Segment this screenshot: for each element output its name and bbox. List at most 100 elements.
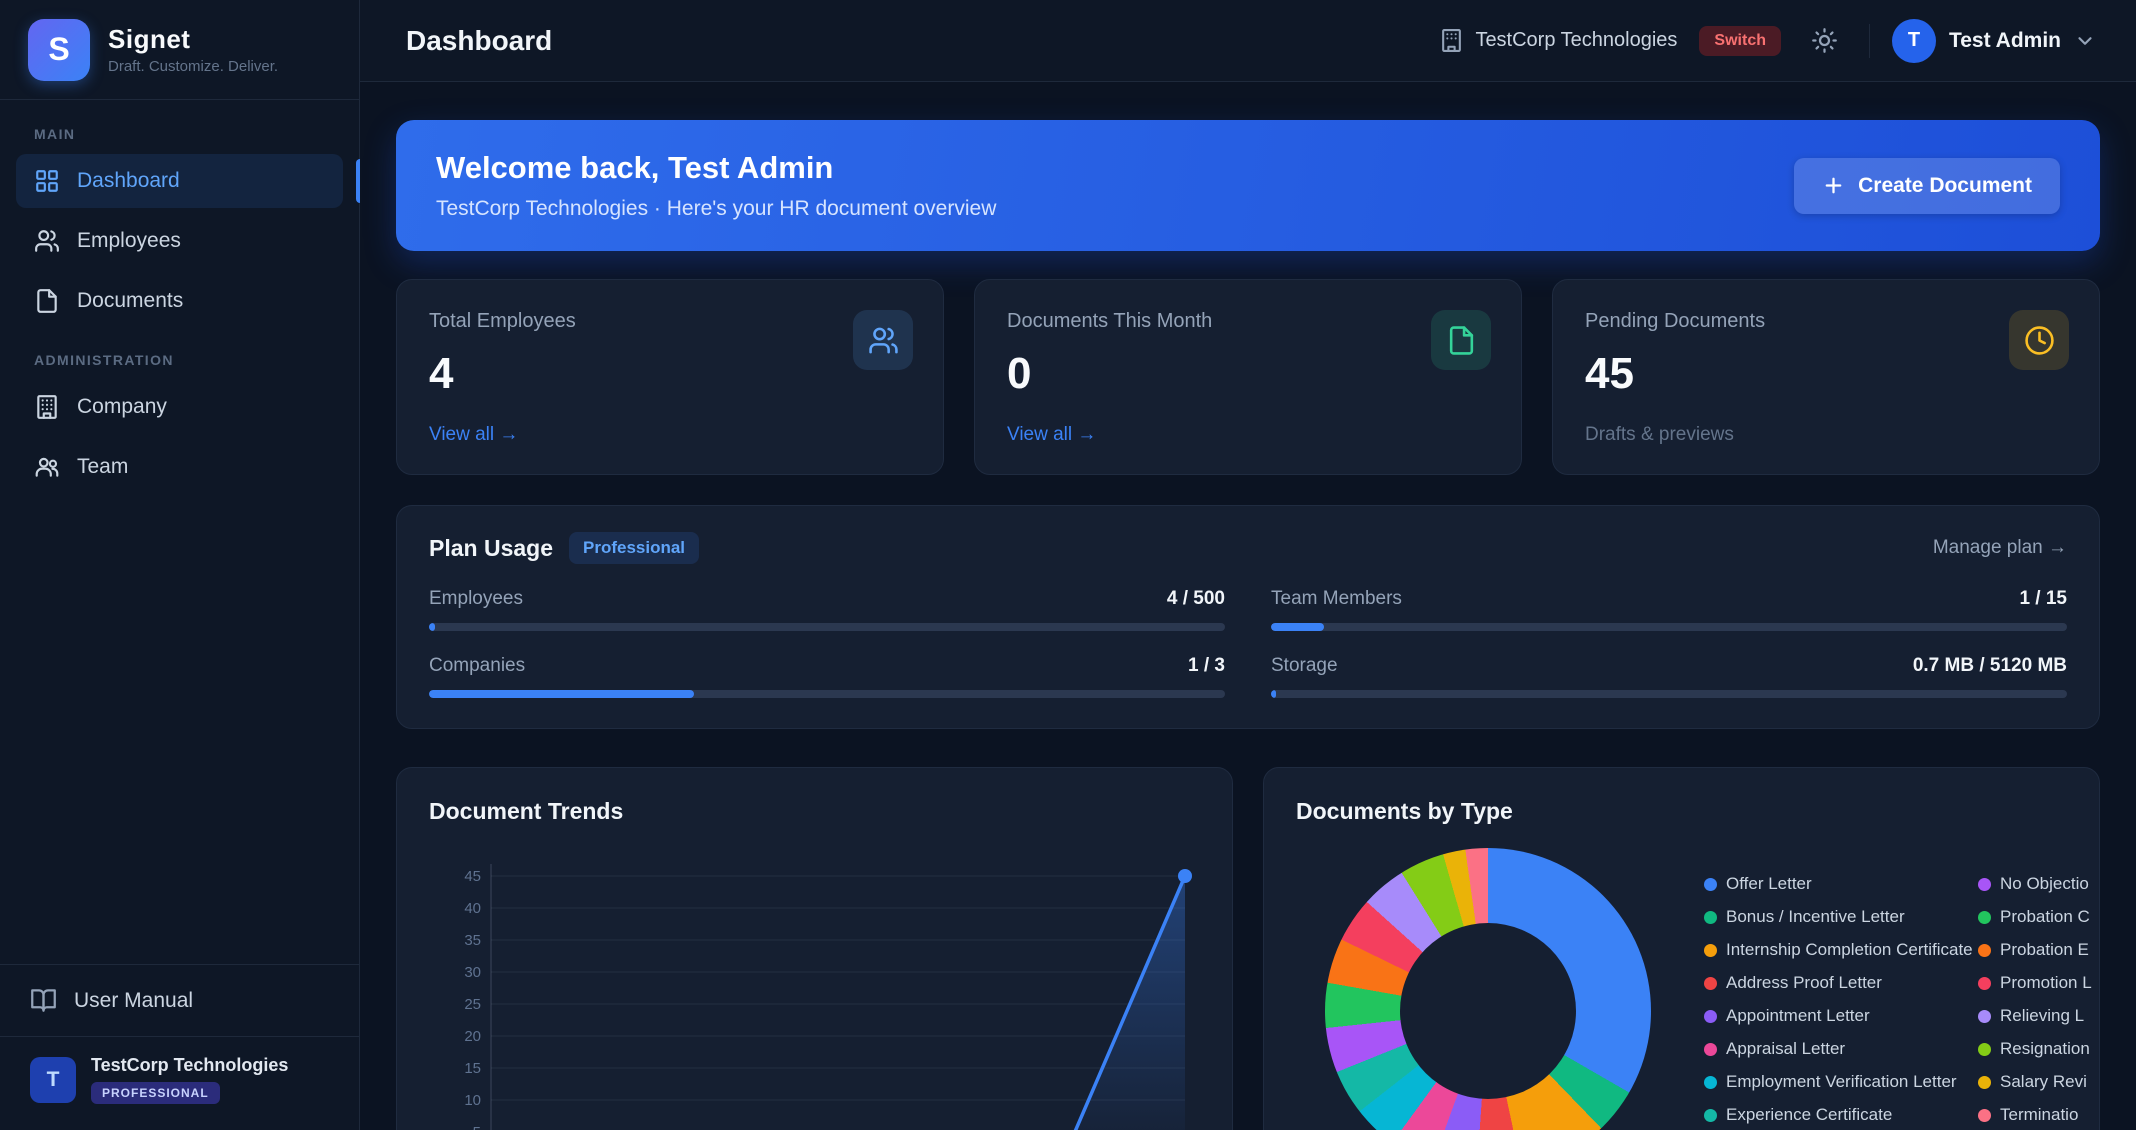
sidebar: S Signet Draft. Customize. Deliver. MAIN… xyxy=(0,0,360,1130)
metric-value: 4 / 500 xyxy=(1167,588,1225,610)
grid-icon xyxy=(34,168,60,194)
legend-label: Employment Verification Letter xyxy=(1726,1072,1957,1092)
company-switcher[interactable]: TestCorp Technologies xyxy=(1439,28,1677,53)
users-icon xyxy=(34,228,60,254)
dashboard-content: Welcome back, Test Admin TestCorp Techno… xyxy=(360,82,2136,1130)
sidebar-item-label: Company xyxy=(77,395,167,419)
brand-tagline: Draft. Customize. Deliver. xyxy=(108,58,278,75)
create-document-button[interactable]: Create Document xyxy=(1794,158,2060,214)
plus-icon xyxy=(1822,174,1845,197)
legend-label: Address Proof Letter xyxy=(1726,973,1882,993)
stat-card-documents-month: Documents This Month 0 View all → xyxy=(974,279,1522,475)
donut-legend-col-2: No Objectio Probation C Probation E Promoti… xyxy=(1978,872,2100,1130)
metric-value: 0.7 MB / 5120 MB xyxy=(1913,655,2067,677)
legend-item[interactable]: Appointment Letter xyxy=(1704,1004,1976,1028)
sidebar-item-label: Documents xyxy=(77,289,183,313)
document-trends-title: Document Trends xyxy=(429,798,1200,825)
company-building-icon xyxy=(1439,28,1464,53)
progress-track xyxy=(1271,623,2067,631)
stat-value: 0 xyxy=(1007,349,1489,399)
sidebar-item-employees[interactable]: Employees xyxy=(16,214,343,268)
legend-item[interactable]: Probation C xyxy=(1978,905,2100,929)
legend-label: Bonus / Incentive Letter xyxy=(1726,907,1905,927)
legend-item[interactable]: Address Proof Letter xyxy=(1704,971,1976,995)
plan-usage-card: Plan Usage Professional Manage plan → Em… xyxy=(396,505,2100,729)
legend-label: No Objectio xyxy=(2000,874,2089,894)
legend-dot-icon xyxy=(1978,1076,1991,1089)
sidebar-item-company[interactable]: Company xyxy=(16,380,343,434)
plan-metric-employees: Employees 4 / 500 xyxy=(429,588,1225,631)
stat-value: 45 xyxy=(1585,349,2067,399)
legend-dot-icon xyxy=(1704,911,1717,924)
metric-value: 1 / 15 xyxy=(2019,588,2067,610)
legend-item[interactable]: Appraisal Letter xyxy=(1704,1037,1976,1061)
brand: S Signet Draft. Customize. Deliver. xyxy=(0,0,359,100)
svg-text:25: 25 xyxy=(464,996,481,1013)
sidebar-item-label: Dashboard xyxy=(77,169,180,193)
legend-item[interactable]: Salary Revi xyxy=(1978,1070,2100,1094)
progress-fill xyxy=(429,623,435,631)
switch-company-button[interactable]: Switch xyxy=(1699,26,1781,56)
user-name: Test Admin xyxy=(1949,29,2061,53)
legend-item[interactable]: Offer Letter xyxy=(1704,872,1976,896)
user-manual-label: User Manual xyxy=(74,989,193,1013)
sidebar-item-dashboard[interactable]: Dashboard xyxy=(16,154,343,208)
donut-chart xyxy=(1325,848,1651,1130)
documents-by-type-card: Documents by Type Offer Letter Bonus / In… xyxy=(1263,767,2100,1130)
org-name: TestCorp Technologies xyxy=(91,1055,288,1076)
legend-item[interactable]: Promotion L xyxy=(1978,971,2100,995)
stats-row: Total Employees 4 View all → Documents T… xyxy=(396,279,2100,475)
plan-metric-storage: Storage 0.7 MB / 5120 MB xyxy=(1271,655,2067,698)
stat-card-total-employees: Total Employees 4 View all → xyxy=(396,279,944,475)
sidebar-org[interactable]: T TestCorp Technologies PROFESSIONAL xyxy=(0,1036,359,1130)
welcome-subtitle: TestCorp Technologies · Here's your HR d… xyxy=(436,197,996,221)
stat-label: Pending Documents xyxy=(1585,310,2067,333)
sidebar-item-team[interactable]: Team xyxy=(16,440,343,494)
progress-track xyxy=(1271,690,2067,698)
theme-toggle-button[interactable] xyxy=(1803,19,1847,63)
building-icon xyxy=(34,394,60,420)
sun-icon xyxy=(1811,27,1838,54)
legend-item[interactable]: Employment Verification Letter xyxy=(1704,1070,1976,1094)
legend-item[interactable]: No Objectio xyxy=(1978,872,2100,896)
legend-dot-icon xyxy=(1704,1010,1717,1023)
manage-plan-link[interactable]: Manage plan → xyxy=(1933,537,2067,559)
legend-item[interactable]: Internship Completion Certificate xyxy=(1704,938,1976,962)
nav-section-main: MAIN xyxy=(34,126,325,142)
legend-label: Experience Certificate xyxy=(1726,1105,1892,1125)
legend-label: Promotion L xyxy=(2000,973,2092,993)
view-all-employees-link[interactable]: View all → xyxy=(429,424,518,445)
legend-item[interactable]: Relieving L xyxy=(1978,1004,2100,1028)
legend-label: Salary Revi xyxy=(2000,1072,2087,1092)
svg-text:15: 15 xyxy=(464,1060,481,1077)
legend-item[interactable]: Resignation xyxy=(1978,1037,2100,1061)
documents-by-type-title: Documents by Type xyxy=(1296,798,2067,825)
stat-value: 4 xyxy=(429,349,911,399)
plan-badge: PROFESSIONAL xyxy=(91,1082,220,1104)
svg-text:30: 30 xyxy=(464,964,481,981)
plan-metric-companies: Companies 1 / 3 xyxy=(429,655,1225,698)
line-chart: 51015202530354045 xyxy=(425,846,1205,1130)
user-menu[interactable]: T Test Admin xyxy=(1892,19,2096,63)
legend-item[interactable]: Terminatio xyxy=(1978,1103,2100,1127)
legend-dot-icon xyxy=(1978,1043,1991,1056)
legend-item[interactable]: Probation E xyxy=(1978,938,2100,962)
page-title: Dashboard xyxy=(406,25,552,57)
document-stat-icon xyxy=(1431,310,1491,370)
sidebar-item-documents[interactable]: Documents xyxy=(16,274,343,328)
user-manual-link[interactable]: User Manual xyxy=(0,964,359,1036)
legend-dot-icon xyxy=(1978,911,1991,924)
main-area: Dashboard TestCorp Technologies Switch T xyxy=(360,0,2136,1130)
donut-legend-col-1: Offer Letter Bonus / Incentive Letter Inte… xyxy=(1704,872,1976,1130)
metric-label: Employees xyxy=(429,588,523,610)
svg-text:45: 45 xyxy=(464,868,481,885)
legend-item[interactable]: Experience Certificate xyxy=(1704,1103,1976,1127)
legend-dot-icon xyxy=(1704,1043,1717,1056)
view-all-documents-link[interactable]: View all → xyxy=(1007,424,1096,445)
welcome-banner: Welcome back, Test Admin TestCorp Techno… xyxy=(396,120,2100,251)
svg-text:10: 10 xyxy=(464,1092,481,1109)
legend-dot-icon xyxy=(1978,1109,1991,1122)
stat-label: Documents This Month xyxy=(1007,310,1489,333)
legend-label: Appraisal Letter xyxy=(1726,1039,1845,1059)
legend-item[interactable]: Bonus / Incentive Letter xyxy=(1704,905,1976,929)
